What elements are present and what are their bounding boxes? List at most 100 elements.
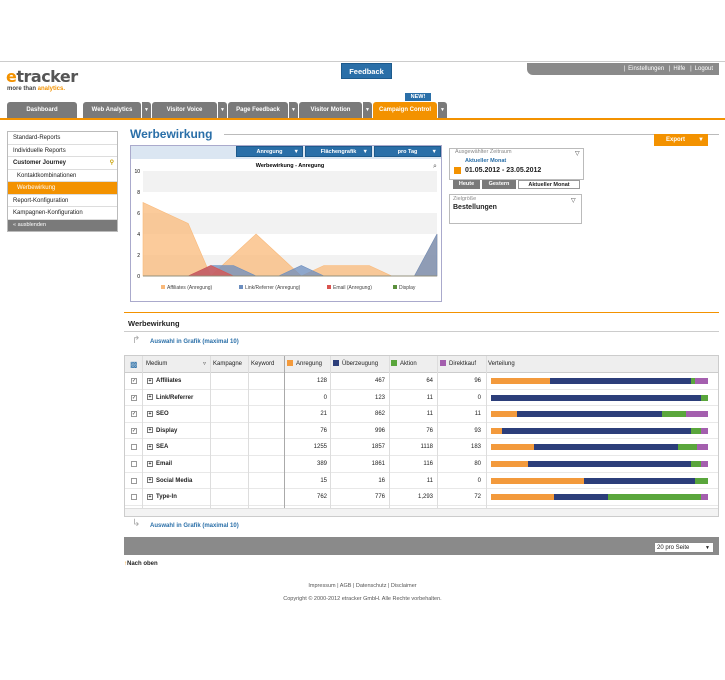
- chevron-down-icon: ▼: [293, 149, 299, 155]
- table-row[interactable]: + SEA 1255 1857 1118 183: [125, 439, 718, 456]
- feedback-button[interactable]: Feedback: [341, 63, 392, 79]
- column-medium[interactable]: Medium: [146, 356, 167, 373]
- tab-visitor-voice[interactable]: Visitor Voice: [152, 102, 217, 118]
- interval-dropdown-label: pro Tag: [397, 149, 418, 155]
- table-row[interactable]: + Type-In 762 776 1,293 72: [125, 489, 718, 506]
- cell-anregung: 0: [323, 394, 327, 401]
- chart-type-dropdown[interactable]: Flächengrafik ▼: [305, 146, 372, 157]
- row-checkbox[interactable]: ✓: [131, 411, 137, 418]
- tab-dashboard[interactable]: Dashboard: [7, 102, 77, 118]
- bar-segment-direktkauf: [697, 444, 708, 451]
- column-divider: [437, 356, 438, 516]
- back-to-top-link[interactable]: ↑Nach oben: [124, 561, 158, 567]
- column-ueberzeugung[interactable]: Überzeugung: [333, 356, 378, 373]
- table-row[interactable]: ✓ + Display 76 996 76 93: [125, 423, 718, 440]
- cell-direktkauf: 72: [474, 494, 481, 501]
- time-range-dates: 01.05.2012 - 23.05.2012: [465, 167, 542, 174]
- sidebar-item-kampagnen-konfiguration[interactable]: Kampagnen-Konfiguration: [8, 207, 117, 220]
- table-row[interactable]: + Email 389 1861 116 80: [125, 456, 718, 473]
- column-kampagne[interactable]: Kampagne: [213, 356, 242, 373]
- sidebar-hide-button[interactable]: « ausblenden: [8, 219, 117, 231]
- metric-dropdown[interactable]: Anregung ▼: [236, 146, 303, 157]
- tab-campaign-control[interactable]: Campaign Control: [373, 102, 437, 118]
- filter-icon[interactable]: ▿: [203, 356, 206, 373]
- row-checkbox[interactable]: ✓: [131, 378, 137, 384]
- expand-icon[interactable]: +: [147, 477, 153, 484]
- column-keyword[interactable]: Keyword: [251, 356, 274, 373]
- help-link[interactable]: Hilfe: [673, 66, 685, 72]
- sidebar-item-customer-journey[interactable]: Customer Journey ⚲: [8, 157, 117, 170]
- y-tick-label: 8: [137, 190, 140, 196]
- y-tick-label: 6: [137, 211, 140, 217]
- row-checkbox[interactable]: [131, 461, 137, 467]
- column-label: Anregung: [296, 361, 323, 367]
- chevron-down-icon: ▼: [705, 545, 710, 551]
- cell-direktkauf: 183: [470, 444, 481, 451]
- column-anregung[interactable]: Anregung: [287, 356, 322, 373]
- settings-link[interactable]: Einstellungen: [628, 66, 664, 72]
- table-row[interactable]: ✓ + Link/Referrer 0 123 11 0: [125, 390, 718, 407]
- etracker-logo[interactable]: etracker: [6, 67, 78, 86]
- footer-links[interactable]: Impressum | AGB | Datenschutz | Disclaim…: [0, 583, 725, 589]
- grid-band: [143, 171, 437, 192]
- export-button[interactable]: Export ▼: [654, 134, 708, 146]
- distribution-bar: [491, 394, 708, 401]
- sidebar-item-individuelle-reports[interactable]: Individuelle Reports: [8, 145, 117, 157]
- tab-web-analytics[interactable]: Web Analytics: [83, 102, 141, 118]
- metric-dropdown-label: Anregung: [256, 149, 283, 155]
- cell-ueberzeugung: 123: [374, 394, 385, 401]
- column-aktion[interactable]: Aktion: [391, 356, 417, 373]
- tab-visitor-motion[interactable]: Visitor Motion: [299, 102, 362, 118]
- expand-icon[interactable]: +: [147, 443, 153, 450]
- row-checkbox[interactable]: ✓: [131, 427, 137, 434]
- row-checkbox[interactable]: [131, 477, 137, 484]
- tab-page-feedback[interactable]: Page Feedback: [228, 102, 288, 118]
- expand-icon[interactable]: +: [147, 410, 153, 417]
- table-row[interactable]: ✓ + Affiliates 128 467 64 96: [125, 373, 718, 390]
- page-size-select[interactable]: 20 pro Seite ▼: [654, 542, 714, 553]
- expand-icon[interactable]: +: [147, 377, 153, 384]
- sidebar-item-werbewirkung[interactable]: Werbewirkung: [8, 182, 117, 195]
- sidebar-item-kontaktkombinationen[interactable]: Kontaktkombinationen: [8, 170, 117, 182]
- table-row[interactable]: ✓ + SEO 21 862 11 11: [125, 406, 718, 423]
- arrow-icon: ↳: [132, 518, 141, 529]
- bar-segment-ueberzeugung: [553, 494, 609, 501]
- select-in-chart-link-bottom[interactable]: Auswahl in Grafik (maximal 10): [150, 523, 239, 529]
- chevron-down-icon[interactable]: ▽: [575, 150, 580, 157]
- sidebar-item-standard-reports[interactable]: Standard-Reports: [8, 132, 117, 145]
- tab-visitor-motion-arrow[interactable]: ▼: [363, 102, 372, 118]
- logout-link[interactable]: Logout: [695, 66, 713, 72]
- today-button[interactable]: Heute: [453, 180, 480, 189]
- legend-swatch: [393, 285, 397, 289]
- select-in-chart-link[interactable]: Auswahl in Grafik (maximal 10): [150, 339, 239, 345]
- sidebar-item-report-konfiguration[interactable]: Report-Konfiguration: [8, 195, 117, 207]
- expand-icon[interactable]: +: [147, 493, 153, 500]
- column-divider: [210, 356, 211, 516]
- tab-campaign-control-arrow[interactable]: ▼: [438, 102, 447, 118]
- cell-direktkauf: 93: [474, 427, 481, 434]
- export-label: Export: [666, 137, 686, 143]
- tab-visitor-voice-arrow[interactable]: ▼: [218, 102, 227, 118]
- goal-label: Zielgröße: [453, 196, 477, 202]
- cell-aktion: 11: [426, 394, 433, 401]
- horizontal-scrollbar[interactable]: [125, 508, 718, 516]
- expand-icon[interactable]: +: [147, 394, 153, 401]
- tab-web-analytics-arrow[interactable]: ▼: [142, 102, 151, 118]
- column-verteilung[interactable]: Verteilung: [488, 356, 515, 373]
- row-checkbox[interactable]: ✓: [131, 394, 137, 401]
- expand-icon[interactable]: +: [147, 427, 153, 434]
- interval-dropdown[interactable]: pro Tag ▼: [374, 146, 441, 157]
- expand-icon[interactable]: +: [147, 460, 153, 467]
- row-checkbox[interactable]: [131, 444, 137, 451]
- column-direktkauf[interactable]: Direktkauf: [440, 356, 476, 373]
- row-checkbox[interactable]: [131, 494, 137, 501]
- table-row[interactable]: + Social Media 15 16 11 0: [125, 473, 718, 490]
- tab-page-feedback-arrow[interactable]: ▼: [289, 102, 298, 118]
- cell-aktion: 1,293: [417, 494, 433, 501]
- calendar-icon: [454, 167, 461, 174]
- yesterday-button[interactable]: Gestern: [482, 180, 516, 189]
- chart-icon[interactable]: ▩: [130, 356, 138, 373]
- current-month-button[interactable]: Aktueller Monat: [518, 180, 580, 189]
- bar-segment-aktion: [690, 461, 702, 467]
- column-label: Direktkauf: [449, 361, 477, 367]
